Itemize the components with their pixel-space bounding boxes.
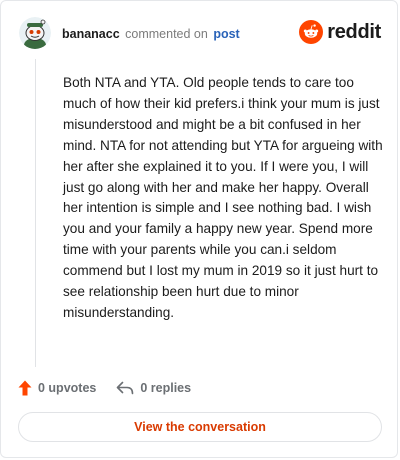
upvote-arrow-icon (18, 380, 32, 396)
commented-on-text: commented on (125, 27, 208, 41)
view-conversation-button[interactable]: View the conversation (18, 412, 382, 442)
comment-body: Both NTA and YTA. Old people tends to ca… (63, 75, 383, 320)
reddit-snoo-icon (299, 20, 324, 44)
post-link[interactable]: post (213, 27, 239, 41)
username-link[interactable]: bananacc (62, 27, 120, 41)
comment-meta: bananacc commented on post (62, 27, 240, 41)
comment-embed-card: bananacc commented on post reddit Both N… (0, 0, 398, 458)
thread-line (35, 59, 36, 367)
upvote-button[interactable]: 0 upvotes (18, 380, 96, 396)
reddit-logo[interactable]: reddit (299, 19, 381, 45)
replies-button[interactable]: 0 replies (116, 381, 191, 395)
avatar[interactable] (19, 17, 51, 49)
upvotes-count: 0 upvotes (38, 381, 97, 395)
replies-count: 0 replies (140, 381, 192, 395)
comment-actions: 0 upvotes 0 replies (18, 377, 211, 399)
comment-header: bananacc commented on post reddit (19, 17, 381, 51)
reply-arrow-icon (117, 381, 134, 395)
snoo-avatar-icon (19, 17, 51, 49)
reddit-wordmark: reddit (327, 20, 381, 43)
